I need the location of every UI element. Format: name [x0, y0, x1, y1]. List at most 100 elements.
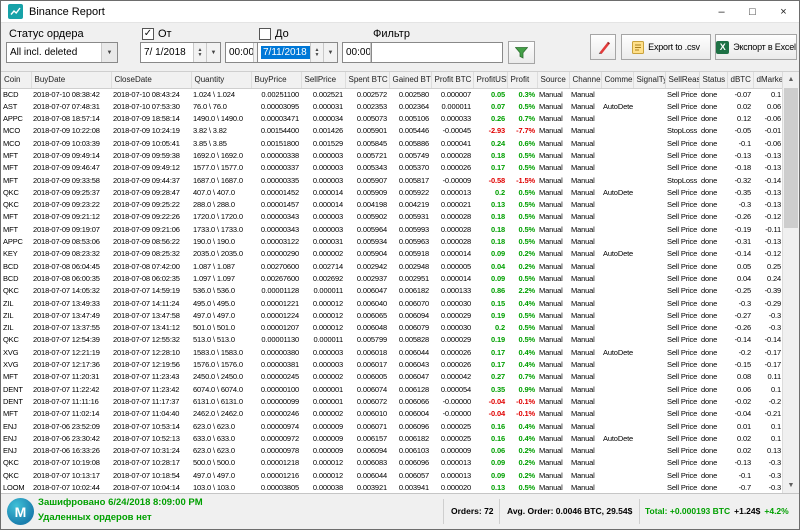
- table-cell[interactable]: Sell Price: [665, 236, 699, 248]
- table-cell[interactable]: 0.005370: [389, 162, 431, 174]
- table-cell[interactable]: done: [699, 175, 727, 187]
- table-cell[interactable]: 0.02: [727, 433, 753, 445]
- table-cell[interactable]: 1490.0 \ 1490.0: [191, 113, 251, 125]
- table-cell[interactable]: 0.09: [473, 457, 507, 469]
- table-cell[interactable]: [633, 347, 665, 359]
- table-cell[interactable]: 2018-07-09 09:21:06: [111, 224, 191, 236]
- table-row[interactable]: MFT 2018-07-07 11:02:14 2018-07-07 11:04:4…: [1, 408, 783, 420]
- table-cell[interactable]: 0.18: [473, 236, 507, 248]
- table-cell[interactable]: 0.00000338: [251, 150, 301, 162]
- table-cell[interactable]: 0.005817: [389, 175, 431, 187]
- table-cell[interactable]: 3.82 \ 3.82: [191, 125, 251, 137]
- table-cell[interactable]: Manual: [537, 457, 569, 469]
- table-cell[interactable]: 0.000034: [301, 113, 345, 125]
- table-cell[interactable]: 0.000009: [301, 421, 345, 433]
- table-cell[interactable]: -0.01: [753, 125, 783, 137]
- table-cell[interactable]: 0.01: [727, 421, 753, 433]
- table-cell[interactable]: -1.5%: [507, 175, 537, 187]
- table-cell[interactable]: done: [699, 334, 727, 346]
- table-cell[interactable]: 0.00003095: [251, 101, 301, 113]
- table-cell[interactable]: 0.5%: [507, 211, 537, 223]
- table-cell[interactable]: 0.005907: [345, 175, 389, 187]
- table-cell[interactable]: -0.2: [727, 347, 753, 359]
- table-cell[interactable]: 0.5%: [507, 162, 537, 174]
- table-cell[interactable]: -0.1: [727, 138, 753, 150]
- table-cell[interactable]: [633, 433, 665, 445]
- table-cell[interactable]: 0.16: [473, 421, 507, 433]
- table-cell[interactable]: 0.000013: [431, 187, 473, 199]
- table-cell[interactable]: [601, 470, 633, 482]
- table-cell[interactable]: [633, 187, 665, 199]
- table-row[interactable]: APPC 2018-07-09 08:53:06 2018-07-09 08:56:…: [1, 236, 783, 248]
- table-cell[interactable]: ZIL: [1, 298, 31, 310]
- table-row[interactable]: MFT 2018-07-09 09:21:12 2018-07-09 09:22:2…: [1, 211, 783, 223]
- table-cell[interactable]: Sell Price: [665, 334, 699, 346]
- table-cell[interactable]: Sell Price: [665, 445, 699, 457]
- table-cell[interactable]: Manual: [537, 88, 569, 101]
- table-cell[interactable]: [633, 248, 665, 260]
- table-cell[interactable]: QKC: [1, 457, 31, 469]
- table-cell[interactable]: 2018-07-08 06:00:35: [31, 273, 111, 285]
- table-cell[interactable]: 0.005828: [389, 334, 431, 346]
- table-cell[interactable]: 0.00270600: [251, 261, 301, 273]
- table-cell[interactable]: 0.000012: [301, 298, 345, 310]
- table-cell[interactable]: 0.9%: [507, 384, 537, 396]
- table-cell[interactable]: 0.006047: [389, 371, 431, 383]
- table-cell[interactable]: Manual: [569, 285, 601, 297]
- table-cell[interactable]: QKC: [1, 285, 31, 297]
- table-cell[interactable]: [633, 236, 665, 248]
- table-cell[interactable]: 2018-07-07 12:19:56: [111, 359, 191, 371]
- table-cell[interactable]: 0.002692: [301, 273, 345, 285]
- table-cell[interactable]: done: [699, 273, 727, 285]
- table-cell[interactable]: 0.005918: [389, 248, 431, 260]
- table-cell[interactable]: 0.5%: [507, 482, 537, 493]
- table-cell[interactable]: Manual: [537, 199, 569, 211]
- table-cell[interactable]: AutoDete: [601, 101, 633, 113]
- table-cell[interactable]: Manual: [537, 150, 569, 162]
- table-cell[interactable]: -0.13: [753, 162, 783, 174]
- table-cell[interactable]: 0.000014: [301, 187, 345, 199]
- table-cell[interactable]: 0.86: [473, 285, 507, 297]
- table-cell[interactable]: -0.13: [753, 150, 783, 162]
- table-cell[interactable]: 1576.0 \ 1576.0: [191, 359, 251, 371]
- table-cell[interactable]: 2018-07-07 07:48:31: [31, 101, 111, 113]
- table-cell[interactable]: 2018-07-07 11:17:37: [111, 396, 191, 408]
- table-cell[interactable]: 2018-07-07 10:52:13: [111, 433, 191, 445]
- table-cell[interactable]: done: [699, 88, 727, 101]
- table-cell[interactable]: Manual: [537, 125, 569, 137]
- table-cell[interactable]: 0.003941: [389, 482, 431, 493]
- table-cell[interactable]: 2018-07-08 06:02:35: [111, 273, 191, 285]
- table-cell[interactable]: 0.000042: [431, 371, 473, 383]
- table-cell[interactable]: [601, 150, 633, 162]
- table-cell[interactable]: 0.00000290: [251, 248, 301, 260]
- table-cell[interactable]: -0.14: [727, 248, 753, 260]
- table-cell[interactable]: done: [699, 162, 727, 174]
- table-row[interactable]: QKC 2018-07-09 09:23:22 2018-07-09 09:25:2…: [1, 199, 783, 211]
- table-cell[interactable]: Manual: [569, 322, 601, 334]
- table-cell[interactable]: Manual: [569, 421, 601, 433]
- table-cell[interactable]: Sell Price: [665, 224, 699, 236]
- table-cell[interactable]: 2018-07-07 12:55:32: [111, 334, 191, 346]
- table-cell[interactable]: Manual: [569, 88, 601, 101]
- table-cell[interactable]: 0.00001221: [251, 298, 301, 310]
- table-cell[interactable]: APPC: [1, 236, 31, 248]
- table-cell[interactable]: 0.006079: [389, 322, 431, 334]
- table-cell[interactable]: 0.000002: [301, 371, 345, 383]
- table-cell[interactable]: 0.00000335: [251, 175, 301, 187]
- table-cell[interactable]: 0.004219: [389, 199, 431, 211]
- table-cell[interactable]: 0.18: [473, 150, 507, 162]
- table-cell[interactable]: AutoDete: [601, 187, 633, 199]
- table-cell[interactable]: 0.006094: [389, 310, 431, 322]
- table-cell[interactable]: 0.00003122: [251, 236, 301, 248]
- table-cell[interactable]: -0.11: [753, 224, 783, 236]
- table-cell[interactable]: 0.000012: [301, 310, 345, 322]
- table-cell[interactable]: 0.005931: [389, 211, 431, 223]
- column-header[interactable]: BuyPrice: [251, 72, 302, 89]
- table-cell[interactable]: 0.00154400: [251, 125, 301, 137]
- table-cell[interactable]: Sell Price: [665, 421, 699, 433]
- table-cell[interactable]: [601, 334, 633, 346]
- table-cell[interactable]: done: [699, 384, 727, 396]
- table-cell[interactable]: 0.006096: [389, 457, 431, 469]
- order-status-select[interactable]: All incl. deleted ▼: [6, 42, 118, 63]
- filter-apply-button[interactable]: [508, 41, 535, 64]
